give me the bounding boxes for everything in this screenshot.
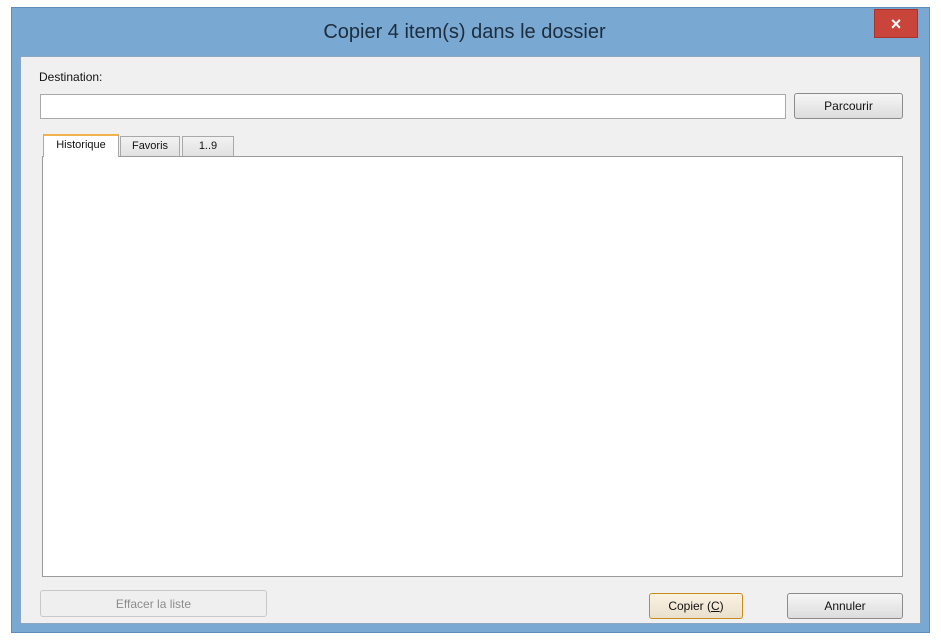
destination-label: Destination:	[39, 70, 103, 84]
tab-favoris[interactable]: Favoris	[120, 136, 180, 156]
browse-button[interactable]: Parcourir	[794, 93, 903, 119]
clear-list-button[interactable]: Effacer la liste	[40, 590, 267, 617]
tab-1-9[interactable]: 1..9	[182, 136, 234, 156]
copy-button-label-suffix: )	[719, 599, 724, 613]
copy-dialog-window: Copier 4 item(s) dans le dossier × Desti…	[11, 7, 930, 633]
destination-input[interactable]	[40, 94, 786, 119]
tab-historique[interactable]: Historique	[43, 134, 119, 157]
history-list[interactable]	[42, 156, 903, 577]
copy-button-label-prefix: Copier (	[668, 599, 711, 613]
tab-1-9-label: 1..9	[198, 140, 218, 152]
close-button[interactable]: ×	[874, 9, 918, 38]
copy-button-accelerator: C	[711, 599, 720, 613]
tab-historique-label: Historique	[56, 139, 106, 151]
cancel-button[interactable]: Annuler	[787, 593, 903, 619]
tab-favoris-label: Favoris	[131, 140, 169, 152]
copy-button[interactable]: Copier (C)	[649, 593, 743, 619]
window-title: Copier 4 item(s) dans le dossier	[323, 21, 606, 43]
close-icon: ×	[890, 14, 902, 34]
title-bar[interactable]: Copier 4 item(s) dans le dossier	[12, 8, 929, 56]
dialog-client-area: Destination: Parcourir Historique Favori…	[20, 56, 921, 624]
